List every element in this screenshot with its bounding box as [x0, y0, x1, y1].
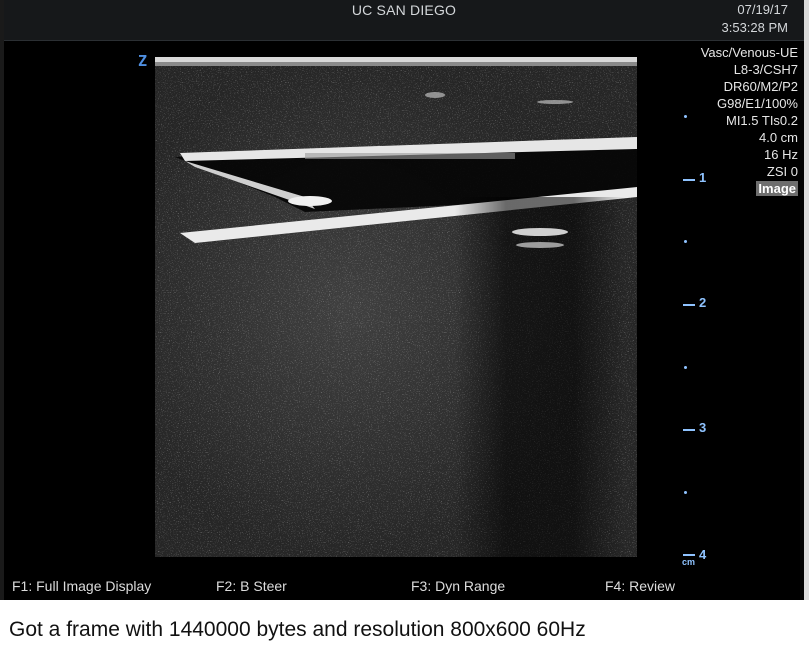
- depth-label-2: 2: [699, 295, 707, 310]
- depth-tick-minor: [684, 240, 687, 243]
- f2-b-steer-button[interactable]: F2: B Steer: [216, 578, 287, 594]
- f1-label: Full Image Display: [36, 578, 152, 594]
- header-bar: UC SAN DIEGO 07/19/17 3:53:28 PM: [4, 0, 804, 41]
- param-depth: 4.0 cm: [758, 130, 798, 145]
- f1-key: F1:: [12, 578, 33, 594]
- f1-full-image-display-button[interactable]: F1: Full Image Display: [12, 578, 151, 594]
- function-key-bar: F1: Full Image Display F2: B Steer F3: D…: [4, 576, 804, 596]
- param-mechanical-index: MI1.5 TIs0.2: [725, 113, 798, 128]
- exam-date: 07/19/17: [737, 2, 788, 17]
- institution-name: UC SAN DIEGO: [351, 2, 457, 18]
- depth-label-4: 4: [699, 547, 707, 562]
- f3-dyn-range-button[interactable]: F3: Dyn Range: [411, 578, 505, 594]
- f4-label: Review: [629, 578, 676, 594]
- orientation-marker-icon: Z: [138, 52, 148, 70]
- ultrasound-image-render: [155, 57, 637, 557]
- depth-tick-major: [683, 304, 695, 306]
- depth-tick-major: [683, 429, 695, 431]
- depth-tick-major: [683, 554, 695, 556]
- depth-tick-major: [683, 179, 695, 181]
- param-gain: G98/E1/100%: [717, 96, 798, 111]
- depth-tick-minor: [684, 115, 687, 118]
- depth-unit-label: cm: [682, 557, 696, 567]
- f4-review-button[interactable]: F4: Review: [605, 578, 675, 594]
- depth-label-3: 3: [699, 420, 707, 435]
- param-dynamic-range: DR60/M2/P2: [723, 79, 798, 94]
- window-right-edge: [804, 0, 809, 600]
- image-mode-label: Image: [756, 181, 798, 196]
- depth-tick-minor: [684, 491, 687, 494]
- depth-label-1: 1: [699, 170, 707, 185]
- param-preset: Vasc/Venous-UE: [700, 45, 798, 60]
- param-zsi: ZSI 0: [766, 164, 798, 179]
- acquisition-parameters: Vasc/Venous-UE L8-3/CSH7 DR60/M2/P2 G98/…: [701, 44, 798, 197]
- f2-label: B Steer: [240, 578, 287, 594]
- depth-scale: 1 2 3 4 cm: [674, 55, 714, 570]
- depth-tick-minor: [684, 366, 687, 369]
- f4-key: F4:: [605, 578, 626, 594]
- param-frame-rate: 16 Hz: [764, 147, 798, 162]
- frame-status-text: Got a frame with 1440000 bytes and resol…: [9, 618, 586, 641]
- f2-key: F2:: [216, 578, 237, 594]
- ultrasound-image[interactable]: [155, 57, 637, 557]
- exam-time: 3:53:28 PM: [721, 20, 789, 35]
- param-probe: L8-3/CSH7: [733, 62, 798, 77]
- f3-key: F3:: [411, 578, 432, 594]
- ultrasound-screen: UC SAN DIEGO 07/19/17 3:53:28 PM Z Vasc/…: [4, 0, 804, 600]
- f3-label: Dyn Range: [435, 578, 506, 594]
